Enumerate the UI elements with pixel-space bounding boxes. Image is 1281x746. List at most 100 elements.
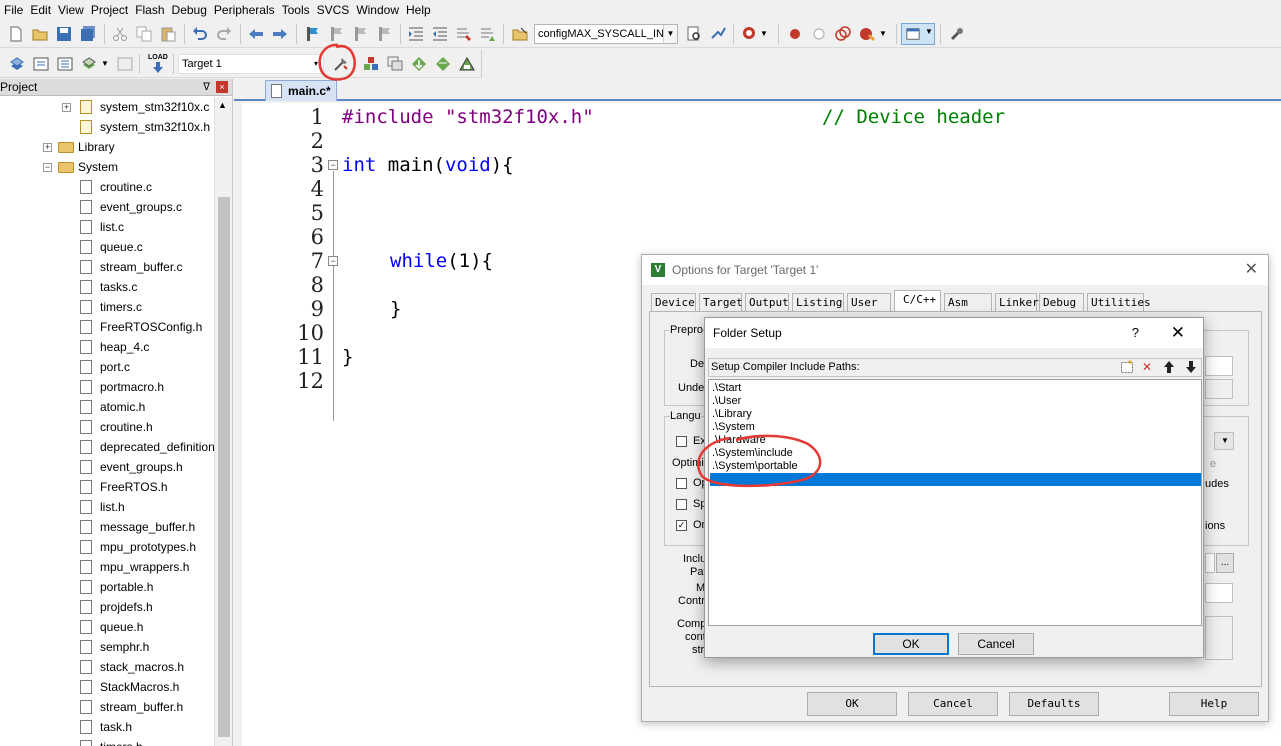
include-paths-input[interactable] [1205, 553, 1215, 573]
cancel-button[interactable]: Cancel [958, 633, 1034, 655]
menu-window[interactable]: Window [356, 3, 406, 17]
tree-item[interactable]: heap_4.c [0, 337, 214, 357]
breakpoint-kill-all-icon[interactable] [859, 26, 875, 42]
breakpoint-disable-all-icon[interactable] [835, 26, 851, 42]
tab-device[interactable]: Device [651, 293, 696, 311]
indent-icon[interactable] [408, 26, 424, 42]
window-layout-button[interactable]: ▼ [901, 23, 935, 45]
close-icon[interactable]: × [216, 81, 228, 93]
tree-item[interactable]: event_groups.h [0, 457, 214, 477]
split-load-store-checkbox[interactable] [676, 499, 687, 510]
bookmark-icon[interactable] [304, 26, 320, 42]
tab-linker[interactable]: Linker [995, 293, 1039, 311]
tree-item[interactable]: timers.h [0, 737, 214, 746]
tree-item[interactable]: queue.c [0, 237, 214, 257]
tab-utilities[interactable]: Utilities [1087, 293, 1151, 311]
undefine-input[interactable] [1205, 379, 1233, 399]
menu-svcs[interactable]: SVCS [317, 3, 357, 17]
bookmark-next-icon[interactable] [352, 26, 368, 42]
tab-user[interactable]: User [847, 293, 891, 311]
rte-icon[interactable] [459, 56, 475, 72]
tree-item[interactable]: list.h [0, 497, 214, 517]
options-for-target-icon[interactable] [333, 56, 349, 72]
include-path-item[interactable]: .\System [712, 421, 755, 434]
comment-icon[interactable] [456, 26, 472, 42]
one-elf-section-checkbox[interactable]: ✓ [676, 520, 687, 531]
scrollbar-thumb[interactable] [218, 197, 230, 737]
tab-main-c[interactable]: main.c* [265, 80, 337, 101]
tree-item[interactable]: FreeRTOS.h [0, 477, 214, 497]
rebuild-icon[interactable] [57, 56, 73, 72]
tree-item[interactable]: projdefs.h [0, 597, 214, 617]
tab-cc[interactable]: C/C++ [894, 290, 941, 312]
translate-icon[interactable] [9, 56, 25, 72]
menu-project[interactable]: Project [91, 3, 135, 17]
tab-asm[interactable]: Asm [944, 293, 992, 311]
bookmark-prev-icon[interactable] [328, 26, 344, 42]
stop-build-icon[interactable] [117, 56, 133, 72]
tree-item[interactable]: tasks.c [0, 277, 214, 297]
optimize-time-checkbox[interactable] [676, 478, 687, 489]
tree-item[interactable]: timers.c [0, 297, 214, 317]
tree-item[interactable]: + Library [0, 137, 214, 157]
unindent-icon[interactable] [432, 26, 448, 42]
new-path-icon[interactable] [1119, 360, 1135, 375]
open-folder-icon[interactable] [32, 26, 48, 42]
tree-item[interactable]: stack_macros.h [0, 657, 214, 677]
ok-button[interactable]: OK [807, 692, 897, 716]
tree-item[interactable]: + system_stm32f10x.c [0, 97, 214, 117]
define-combo[interactable]: configMAX_SYSCALL_INTE ▼ [534, 24, 678, 44]
chevron-down-icon[interactable]: ▼ [760, 26, 776, 42]
save-all-icon[interactable] [80, 26, 96, 42]
include-path-item[interactable]: .\Hardware [712, 434, 766, 447]
tree-item[interactable]: queue.h [0, 617, 214, 637]
tree-item[interactable]: portable.h [0, 577, 214, 597]
tab-target[interactable]: Target [699, 293, 743, 311]
fold-marker-icon[interactable]: − [328, 256, 338, 266]
move-down-icon[interactable] [1183, 360, 1199, 375]
tree-item[interactable]: port.c [0, 357, 214, 377]
ok-button[interactable]: OK [873, 633, 949, 655]
menu-edit[interactable]: Edit [30, 3, 58, 17]
chevron-down-icon[interactable]: ▼ [101, 56, 117, 72]
tree-item[interactable]: system_stm32f10x.h [0, 117, 214, 137]
menu-help[interactable]: Help [406, 3, 438, 17]
file-extensions-icon[interactable] [387, 56, 403, 72]
menu-peripherals[interactable]: Peripherals [214, 3, 282, 17]
chevron-down-icon[interactable]: ▼ [879, 26, 895, 42]
incremental-find-icon[interactable] [710, 26, 726, 42]
tree-item[interactable]: portmacro.h [0, 377, 214, 397]
scroll-up-icon[interactable]: ▲ [218, 100, 227, 110]
tree-item[interactable]: FreeRTOSConfig.h [0, 317, 214, 337]
manage-components-icon[interactable] [363, 56, 379, 72]
breakpoint-disable-icon[interactable] [811, 26, 827, 42]
project-scrollbar[interactable]: ▲ [214, 97, 232, 746]
collapse-icon[interactable]: − [43, 163, 52, 172]
close-icon[interactable]: ✕ [1245, 255, 1258, 285]
include-path-item[interactable]: .\System\portable [712, 460, 798, 473]
uncomment-icon[interactable] [480, 26, 496, 42]
chevron-down-icon[interactable]: ▼ [663, 25, 677, 43]
menu-file[interactable]: File [4, 3, 30, 17]
define-input[interactable] [1205, 356, 1233, 376]
defaults-button[interactable]: Defaults [1009, 692, 1099, 716]
tree-item[interactable]: croutine.h [0, 417, 214, 437]
breakpoint-icon[interactable] [787, 26, 803, 42]
nav-forward-icon[interactable] [272, 26, 288, 42]
tree-item[interactable]: mpu_prototypes.h [0, 537, 214, 557]
bookmark-clear-icon[interactable] [376, 26, 392, 42]
include-path-item[interactable]: .\Start [712, 382, 741, 395]
tree-item[interactable]: message_buffer.h [0, 517, 214, 537]
warnings-select[interactable]: ▼ [1214, 432, 1234, 450]
tree-item[interactable]: deprecated_definition [0, 437, 214, 457]
close-icon[interactable]: ✕ [1171, 318, 1185, 348]
tree-item[interactable]: StackMacros.h [0, 677, 214, 697]
save-icon[interactable] [56, 26, 72, 42]
move-up-icon[interactable] [1161, 360, 1177, 375]
target-combo[interactable]: Target 1 ▾ [178, 54, 324, 74]
tree-item[interactable]: task.h [0, 717, 214, 737]
nav-back-icon[interactable] [248, 26, 264, 42]
configure-wrench-icon[interactable] [949, 26, 965, 42]
tree-item[interactable]: stream_buffer.h [0, 697, 214, 717]
tab-listing[interactable]: Listing [792, 293, 844, 311]
